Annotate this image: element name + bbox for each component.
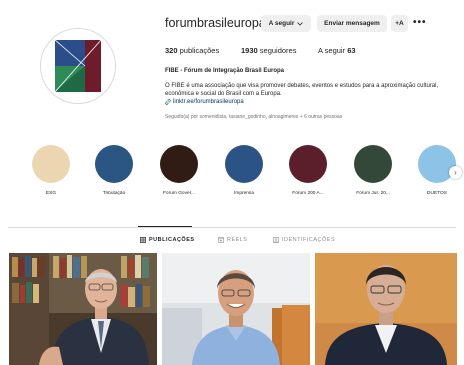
send-message-label: Enviar mensagem	[324, 20, 380, 27]
chevron-right-icon[interactable]: ›	[449, 166, 462, 179]
highlight-cover	[354, 145, 392, 183]
tab-tagged[interactable]: IDENTIFICAÇÕES	[273, 237, 335, 243]
bio-link-text: linktr.ee/forumbrasileuropa	[173, 99, 244, 105]
profile-username: forumbrasileuropa	[165, 16, 266, 30]
fibe-logo	[55, 40, 101, 92]
highlight-imprensa[interactable]: Imprensa	[217, 145, 271, 196]
highlight-cover	[95, 145, 133, 183]
highlight-label: ESG	[45, 191, 57, 196]
highlight-forum-jur[interactable]: Fórum Jur. 20...	[346, 145, 400, 196]
grid-icon	[140, 237, 146, 243]
highlight-esg[interactable]: ESG	[24, 145, 78, 196]
tab-reels-label: REELS	[227, 237, 248, 243]
posts-count: 320	[165, 46, 178, 55]
post-photo	[315, 253, 457, 365]
post-photo	[162, 253, 310, 365]
post-thumbnail[interactable]	[315, 253, 457, 365]
followed-by-text[interactable]: Seguido(a) por somenidista, tasiane_godi…	[165, 114, 342, 120]
followers-stat[interactable]: 1930 seguidores	[241, 46, 318, 55]
highlight-label: DUETOS	[427, 191, 447, 196]
highlight-label: Fórum Gover...	[163, 191, 195, 196]
reels-icon	[218, 237, 224, 243]
following-count: 63	[347, 46, 356, 55]
followers-count: 1930	[241, 46, 258, 55]
posts-label: publicações	[179, 46, 220, 55]
tagged-icon	[273, 237, 279, 243]
highlight-cover	[160, 145, 198, 183]
tabs-divider	[8, 227, 456, 228]
tab-posts-label: PUBLICAÇÕES	[149, 237, 195, 243]
more-options-icon[interactable]: •••	[413, 17, 427, 28]
chevron-down-icon	[297, 21, 304, 26]
following-button-label: A seguir	[268, 20, 295, 27]
highlight-label: Imprensa	[234, 191, 254, 196]
highlight-label: Fórum 200 A...	[292, 191, 324, 196]
link-icon	[165, 99, 171, 105]
send-message-button[interactable]: Enviar mensagem	[317, 15, 387, 32]
highlight-cover	[32, 145, 70, 183]
post-thumbnail[interactable]	[162, 253, 310, 365]
tab-tagged-label: IDENTIFICAÇÕES	[282, 237, 336, 243]
tab-reels[interactable]: REELS	[218, 237, 248, 243]
suggest-accounts-button[interactable]: +A	[391, 15, 408, 32]
highlight-label: Fórum Jur. 20...	[356, 191, 390, 196]
bio-link[interactable]: linktr.ee/forumbrasileuropa	[165, 98, 455, 106]
highlight-tributacao[interactable]: Tributação	[87, 145, 141, 196]
bio-name: FIBE - Fórum de Integração Brasil Europa	[165, 68, 285, 74]
profile-avatar[interactable]	[40, 28, 116, 104]
add-person-icon: +A	[395, 20, 404, 27]
bio-description: O FIBE é uma associação que visa promove…	[165, 83, 439, 97]
post-thumbnail[interactable]	[9, 253, 157, 365]
active-tab-indicator	[138, 226, 192, 227]
highlight-forum-200[interactable]: Fórum 200 A...	[281, 145, 335, 196]
highlight-label: Tributação	[102, 191, 126, 196]
followers-label: seguidores	[259, 46, 297, 55]
following-button[interactable]: A seguir	[261, 15, 311, 32]
following-label: A seguir	[318, 46, 346, 55]
profile-bio: FIBE - Fórum de Integração Brasil Europa…	[165, 67, 455, 106]
highlight-cover	[289, 145, 327, 183]
highlight-forum-governo[interactable]: Fórum Gover...	[152, 145, 206, 196]
posts-stat: 320 publicações	[165, 46, 241, 55]
post-photo	[9, 253, 157, 365]
following-stat[interactable]: A seguir 63	[318, 46, 356, 55]
tab-posts[interactable]: PUBLICAÇÕES	[140, 237, 195, 243]
profile-stats: 320 publicações 1930 seguidores A seguir…	[165, 46, 356, 55]
highlight-cover	[225, 145, 263, 183]
